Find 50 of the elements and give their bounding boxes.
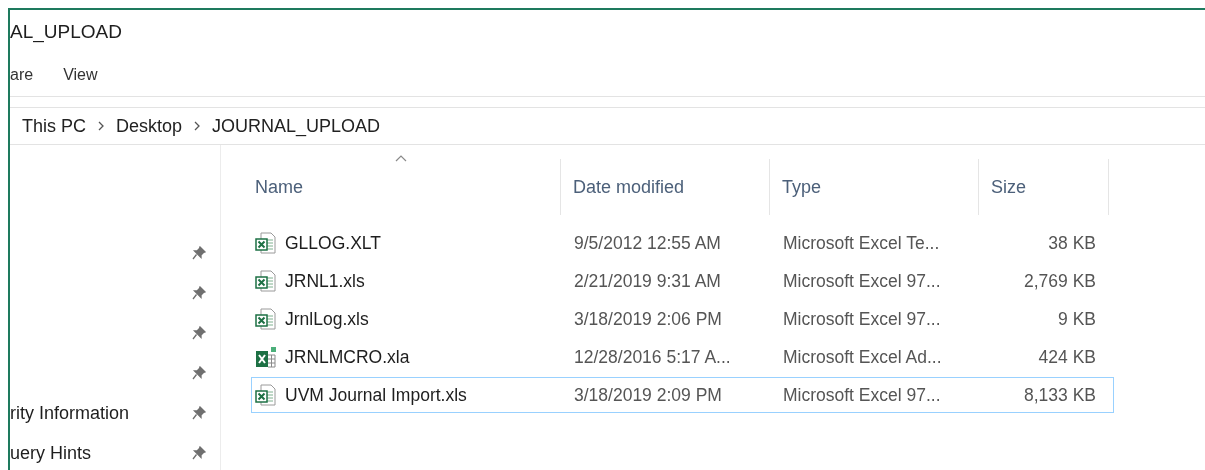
size-cell-text: 2,769 KB [1023,270,1097,292]
column-header[interactable]: Name [255,176,303,198]
type-cell-text: Microsoft Excel 97... [782,384,942,406]
chevron-icon [98,121,104,131]
column-header[interactable]: Size [991,176,1026,198]
ribbon-tab[interactable]: are [10,66,34,84]
breadcrumb-item[interactable]: Desktop [116,115,183,137]
spreadsheet-file-icon [255,232,277,254]
type-cell-text: Microsoft Excel Ad... [782,346,943,368]
column-header[interactable]: Date modified [573,176,685,198]
date-cell-text: 12/28/2016 5:17 A... [573,346,732,368]
sidebar-item[interactable]: rity Information [10,402,130,424]
file-row[interactable]: JrnlLog.xls 3/18/2019 2:06 PM Microsoft Excel 97... 9 KB [251,301,1114,337]
pin-icon[interactable] [192,366,206,380]
column-header[interactable]: Type [782,176,822,198]
ribbon-tab[interactable]: View [63,66,98,84]
size-cell-text: 9 KB [1057,308,1097,330]
date-cell-text: 3/18/2019 2:06 PM [573,308,723,330]
type-cell-text: Microsoft Excel 97... [782,308,942,330]
date-cell-text: 2/21/2019 9:31 AM [573,270,722,292]
date-cell-text: 9/5/2012 12:55 AM [573,232,722,254]
file-name: UVM Journal Import.xls [285,384,467,406]
spreadsheet-file-icon [255,270,277,292]
sidebar-item[interactable]: uery Hints [10,442,92,464]
pin-icon[interactable] [192,246,206,260]
breadcrumb-item[interactable]: JOURNAL_UPLOAD [212,115,381,137]
file-name: JRNL1.xls [285,270,365,292]
pin-icon[interactable] [192,286,206,300]
size-cell-text: 8,133 KB [1023,384,1097,406]
chevron-icon [194,121,201,131]
date-cell-text: 3/18/2019 2:09 PM [573,384,723,406]
breadcrumb-item[interactable]: This PC [22,115,86,137]
file-name: JrnlLog.xls [285,308,369,330]
file-name: JRNLMCRO.xla [285,346,410,368]
window-title: AL_UPLOAD [10,20,123,45]
spreadsheet-file-icon [255,384,277,406]
file-row[interactable]: JRNL1.xls 2/21/2019 9:31 AM Microsoft Excel 97... 2,769 KB [251,263,1114,299]
pin-icon[interactable] [192,406,206,420]
spreadsheet-file-icon [255,308,277,330]
spreadsheet-addin-icon [255,346,277,368]
size-cell-text: 424 KB [1037,346,1097,368]
file-name: GLLOG.XLT [285,232,381,254]
file-row[interactable]: UVM Journal Import.xls 3/18/2019 2:09 PM Microsoft Excel 97... 8,133 KB [251,377,1114,413]
type-cell-text: Microsoft Excel 97... [782,270,942,292]
pin-icon[interactable] [192,446,206,460]
file-row[interactable]: GLLOG.XLT 9/5/2012 12:55 AM Microsoft Excel Te... 38 KB [251,225,1114,261]
type-cell-text: Microsoft Excel Te... [782,232,941,254]
size-cell-text: 38 KB [1047,232,1097,254]
pin-icon[interactable] [192,326,206,340]
file-row[interactable]: JRNLMCRO.xla 12/28/2016 5:17 A... Microsoft Excel Ad... 424 KB [251,339,1114,375]
